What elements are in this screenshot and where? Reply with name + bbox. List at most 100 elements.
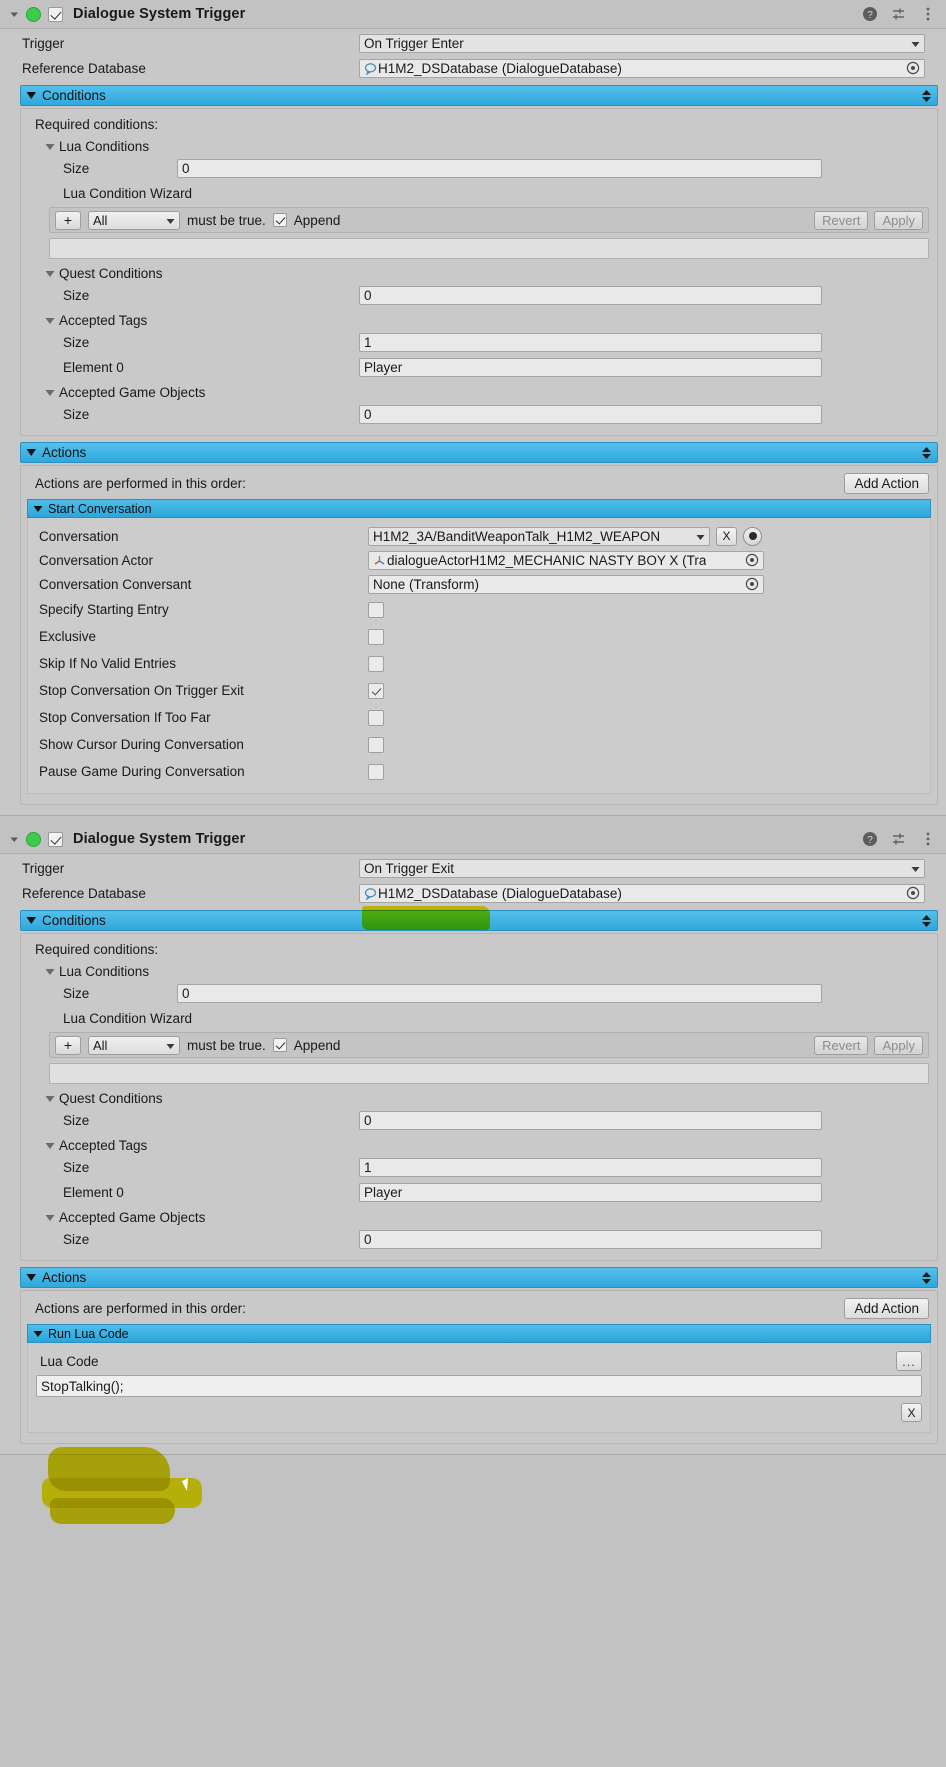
lua-code-input[interactable]: StopTalking(); [36, 1375, 922, 1397]
conversation-row: Conversation H1M2_3A/BanditWeaponTalk_H1… [36, 524, 922, 548]
start-conversation-body: Conversation H1M2_3A/BanditWeaponTalk_H1… [27, 518, 931, 794]
accepted-tags-element0-input[interactable]: Player [359, 358, 822, 377]
revert-button[interactable]: Revert [814, 1035, 869, 1055]
reorder-handle-icon[interactable] [922, 89, 931, 102]
component-enabled-checkbox[interactable] [48, 831, 63, 847]
actions-section-header[interactable]: Actions [20, 1267, 938, 1288]
component-header[interactable]: Dialogue System Trigger ? [0, 0, 946, 29]
wizard-mode-dropdown[interactable]: All [88, 1035, 180, 1055]
lua-code-remove-button[interactable]: X [901, 1403, 922, 1422]
append-checkbox[interactable] [272, 1038, 287, 1052]
accepted-game-objects-size-input[interactable]: 0 [359, 405, 822, 424]
reorder-handle-icon[interactable] [922, 914, 931, 927]
quest-conditions-size-input[interactable]: 0 [359, 286, 822, 305]
accepted-tags-element0-input[interactable]: Player [359, 1183, 822, 1202]
foldout-triangle-icon [45, 270, 55, 277]
component-header[interactable]: Dialogue System Trigger ? [0, 825, 946, 854]
accepted-tags-size-input[interactable]: 1 [359, 333, 822, 352]
object-picker-icon[interactable] [902, 61, 920, 75]
lua-conditions-foldout[interactable]: Lua Conditions [27, 964, 931, 979]
reference-database-row: Reference Database H1M2_DSDatabase (Dial… [0, 882, 946, 904]
accepted-game-objects-foldout[interactable]: Accepted Game Objects [27, 1210, 931, 1225]
accepted-tags-foldout[interactable]: Accepted Tags [27, 313, 931, 328]
reference-database-value: H1M2_DSDatabase (DialogueDatabase) [378, 885, 622, 901]
object-picker-icon[interactable] [741, 577, 759, 591]
lua-condition-wizard: + All must be true. Append Revert Apply [49, 207, 929, 233]
conversation-picker-button[interactable] [743, 526, 762, 546]
foldout-arrow-icon[interactable] [8, 8, 21, 21]
trigger-dropdown[interactable]: On Trigger Enter [359, 33, 925, 53]
more-menu-icon[interactable] [920, 831, 936, 847]
conditions-section-header[interactable]: Conditions [20, 910, 938, 931]
conversation-actor-object-field[interactable]: dialogueActorH1M2_MECHANIC NASTY BOY X (… [368, 550, 764, 570]
toggle-label: Specify Starting Entry [39, 602, 169, 617]
help-icon[interactable]: ? [862, 831, 878, 847]
quest-conditions-size-input[interactable]: 0 [359, 1111, 822, 1130]
must-be-true-label: must be true. [187, 1037, 266, 1053]
lua-conditions-size-input[interactable]: 0 [177, 984, 822, 1003]
accepted-tags-foldout[interactable]: Accepted Tags [27, 1138, 931, 1153]
accepted-tags-element0-row: Element 0 Player [27, 1182, 931, 1203]
chevron-down-icon [692, 529, 705, 544]
stop-conversation-if-too-far-checkbox[interactable] [368, 709, 384, 726]
conditions-section-header[interactable]: Conditions [20, 85, 938, 106]
add-condition-button[interactable]: + [55, 1035, 81, 1055]
conversation-actor-label: Conversation Actor [39, 552, 154, 568]
add-action-button[interactable]: Add Action [844, 473, 929, 494]
foldout-arrow-icon[interactable] [8, 833, 21, 846]
conversation-conversant-object-field[interactable]: None (Transform) [368, 574, 764, 594]
quest-conditions-size-row: Size 0 [27, 1110, 931, 1131]
trigger-value: On Trigger Exit [364, 860, 455, 876]
wizard-mode-dropdown[interactable]: All [88, 210, 180, 230]
reference-database-object-field[interactable]: H1M2_DSDatabase (DialogueDatabase) [359, 58, 925, 78]
quest-conditions-size-value: 0 [364, 288, 372, 303]
object-picker-icon[interactable] [902, 886, 920, 900]
lua-conditions-size-input[interactable]: 0 [177, 159, 822, 178]
action-header-run-lua-code[interactable]: Run Lua Code [27, 1324, 931, 1343]
stop-conversation-on-trigger-exit-checkbox[interactable] [368, 682, 384, 699]
actions-section-header[interactable]: Actions [20, 442, 938, 463]
accepted-tags-size-input[interactable]: 1 [359, 1158, 822, 1177]
lua-conditions-foldout[interactable]: Lua Conditions [27, 139, 931, 154]
conversation-clear-button[interactable]: X [716, 526, 737, 546]
accepted-game-objects-size-input[interactable]: 0 [359, 1230, 822, 1249]
svg-text:?: ? [867, 835, 873, 846]
preset-icon[interactable] [891, 831, 907, 847]
add-action-button[interactable]: Add Action [844, 1298, 929, 1319]
lua-code-browse-button[interactable]: ... [896, 1351, 922, 1371]
reorder-handle-icon[interactable] [922, 1271, 931, 1284]
pause-game-during-conversation-checkbox[interactable] [368, 763, 384, 780]
append-checkbox[interactable] [272, 213, 287, 227]
object-picker-icon[interactable] [741, 553, 759, 567]
exclusive-checkbox[interactable] [368, 628, 384, 645]
reference-database-label: Reference Database [22, 885, 146, 901]
lua-condition-expression-input[interactable] [49, 238, 929, 259]
action-title: Start Conversation [48, 501, 152, 516]
conversation-dropdown[interactable]: H1M2_3A/BanditWeaponTalk_H1M2_WEAPON [368, 526, 710, 546]
trigger-dropdown[interactable]: On Trigger Exit [359, 858, 925, 878]
preset-icon[interactable] [891, 6, 907, 22]
apply-button[interactable]: Apply [874, 1035, 923, 1055]
accepted-game-objects-foldout[interactable]: Accepted Game Objects [27, 385, 931, 400]
skip-if-no-valid-entries-checkbox[interactable] [368, 655, 384, 672]
lua-condition-expression-input[interactable] [49, 1063, 929, 1084]
apply-button[interactable]: Apply [874, 210, 923, 230]
reference-database-object-field[interactable]: H1M2_DSDatabase (DialogueDatabase) [359, 883, 925, 903]
quest-conditions-foldout[interactable]: Quest Conditions [27, 266, 931, 281]
foldout-triangle-icon [33, 1330, 43, 1338]
quest-conditions-foldout[interactable]: Quest Conditions [27, 1091, 931, 1106]
mouse-cursor-icon [181, 1478, 194, 1491]
conditions-body: Required conditions: Lua Conditions Size… [20, 108, 938, 436]
action-header-start-conversation[interactable]: Start Conversation [27, 499, 931, 518]
help-icon[interactable]: ? [862, 6, 878, 22]
revert-button[interactable]: Revert [814, 210, 869, 230]
show-cursor-during-conversation-checkbox[interactable] [368, 736, 384, 753]
foldout-triangle-icon [26, 916, 37, 925]
append-label: Append [293, 1037, 341, 1053]
component-enabled-checkbox[interactable] [48, 6, 63, 22]
add-condition-button[interactable]: + [55, 210, 81, 230]
more-menu-icon[interactable] [920, 6, 936, 22]
size-label: Size [63, 335, 90, 350]
reorder-handle-icon[interactable] [922, 446, 931, 459]
specify-starting-entry-checkbox[interactable] [368, 601, 384, 618]
